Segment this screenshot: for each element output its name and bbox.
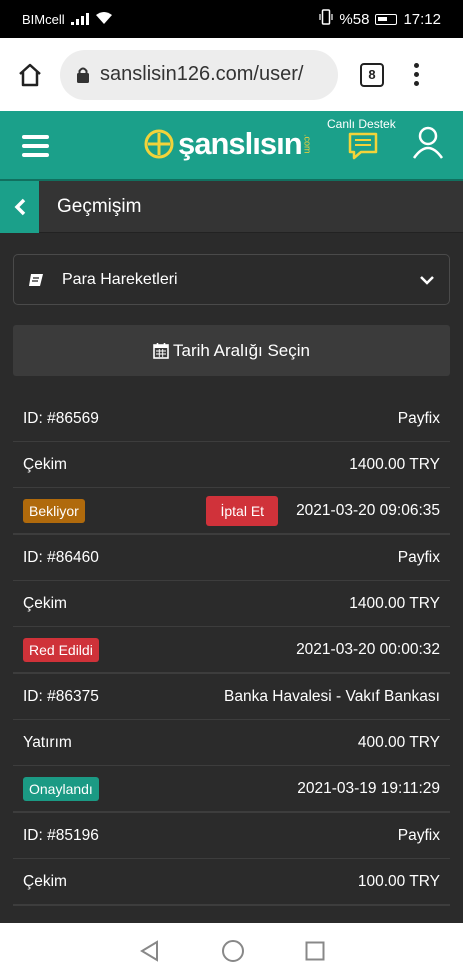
site-logo[interactable]: şanslısın .com <box>144 126 313 162</box>
back-button[interactable] <box>0 180 39 233</box>
logo-suffix: .com <box>302 134 313 154</box>
home-button[interactable] <box>0 38 60 111</box>
date-range-label: Tarih Aralığı Seçin <box>172 340 310 360</box>
transaction-method: Payfix <box>397 826 440 844</box>
chevron-down-icon <box>420 275 434 285</box>
signal-icon <box>70 13 89 25</box>
browser-toolbar: sanslisin126.com/user/ 8 <box>0 38 463 111</box>
status-bar: BIMcell %58 17:12 <box>0 0 463 38</box>
lock-icon <box>77 67 89 83</box>
select-value: Para Hareketleri <box>62 270 178 288</box>
date-range-button[interactable]: Tarih Aralığı Seçin <box>13 325 450 376</box>
transaction-item: ID: #86569 Payfix Çekim 1400.00 TRY Bekl… <box>13 396 450 535</box>
transaction-method: Payfix <box>397 409 440 427</box>
transaction-id-row: ID: #85196 Payfix <box>13 813 450 859</box>
hamburger-menu-icon[interactable] <box>22 135 49 157</box>
transaction-method: Payfix <box>397 548 440 566</box>
transaction-id: ID: #86569 <box>23 409 99 427</box>
transaction-status-row: Bekliyor İptal Et 2021-03-20 09:06:35 <box>13 488 450 534</box>
transaction-id: ID: #86375 <box>23 687 99 705</box>
transaction-method: Banka Havalesi - Vakıf Bankası <box>224 687 440 705</box>
transaction-type: Çekim <box>23 455 67 473</box>
system-navigation-bar <box>0 923 463 978</box>
status-badge: Onaylandı <box>23 776 99 801</box>
transaction-item: ID: #86375 Banka Havalesi - Vakıf Bankas… <box>13 674 450 813</box>
transaction-id-row: ID: #86569 Payfix <box>13 396 450 442</box>
page-title-bar: Geçmişim <box>0 180 463 233</box>
battery-icon <box>375 13 398 25</box>
status-badge: Red Edildi <box>23 637 99 662</box>
calendar-icon <box>153 343 169 359</box>
transaction-amount: 1400.00 TRY <box>349 594 440 612</box>
transaction-type: Yatırım <box>23 733 72 751</box>
transaction-list: ID: #86569 Payfix Çekim 1400.00 TRY Bekl… <box>13 396 450 906</box>
transaction-id-row: ID: #86460 Payfix <box>13 535 450 581</box>
transaction-type-select[interactable]: Para Hareketleri <box>13 254 450 305</box>
transaction-datetime: 2021-03-20 09:06:35 <box>296 501 440 519</box>
transaction-id: ID: #86460 <box>23 548 99 566</box>
wifi-icon <box>95 11 113 28</box>
address-bar[interactable]: sanslisin126.com/user/ <box>60 49 338 100</box>
transaction-item: ID: #86460 Payfix Çekim 1400.00 TRY Red … <box>13 535 450 674</box>
vibrate-icon <box>319 9 334 29</box>
transaction-amount: 1400.00 TRY <box>349 455 440 473</box>
transaction-datetime: 2021-03-20 00:00:32 <box>296 640 440 658</box>
book-icon <box>29 273 43 286</box>
logo-text: şanslısın <box>178 126 303 161</box>
carrier-label: BIMcell <box>22 11 65 27</box>
browser-menu-button[interactable] <box>414 63 419 86</box>
transaction-type: Çekim <box>23 872 67 890</box>
clock: 17:12 <box>403 10 441 28</box>
transaction-amount: 100.00 TRY <box>357 872 440 890</box>
transaction-status-row: Onaylandı 2021-03-19 19:11:29 <box>13 766 450 812</box>
back-triangle-icon[interactable] <box>139 939 161 962</box>
home-circle-icon[interactable] <box>221 939 245 963</box>
transaction-amount: 400.00 TRY <box>357 733 440 751</box>
page-title: Geçmişim <box>57 195 142 217</box>
cancel-transaction-button[interactable]: İptal Et <box>206 495 279 526</box>
battery-percent: %58 <box>339 10 370 28</box>
home-icon <box>19 63 41 86</box>
site-header: şanslısın .com Canlı Destek <box>0 111 463 181</box>
clover-logo-icon <box>144 129 174 159</box>
chevron-left-icon <box>14 198 25 215</box>
live-support-label[interactable]: Canlı Destek <box>327 117 396 131</box>
url-text: sanslisin126.com/user/ <box>100 63 304 85</box>
transaction-amount-row: Çekim 1400.00 TRY <box>13 581 450 627</box>
transaction-amount-row: Yatırım 400.00 TRY <box>13 720 450 766</box>
tab-switcher-button[interactable]: 8 <box>360 62 384 87</box>
live-support-chat-icon[interactable] <box>347 131 379 166</box>
transaction-status-row: Red Edildi 2021-03-20 00:00:32 <box>13 627 450 673</box>
transaction-datetime: 2021-03-19 19:11:29 <box>297 779 440 797</box>
recents-square-icon[interactable] <box>305 941 325 961</box>
transaction-amount-row: Çekim 1400.00 TRY <box>13 442 450 488</box>
transaction-id-row: ID: #86375 Banka Havalesi - Vakıf Bankas… <box>13 674 450 720</box>
transaction-item: ID: #85196 Payfix Çekim 100.00 TRY <box>13 813 450 906</box>
user-account-icon[interactable] <box>412 126 444 165</box>
status-badge: Bekliyor <box>23 498 85 523</box>
transaction-id: ID: #85196 <box>23 826 99 844</box>
transaction-amount-row: Çekim 100.00 TRY <box>13 859 450 905</box>
transaction-type: Çekim <box>23 594 67 612</box>
